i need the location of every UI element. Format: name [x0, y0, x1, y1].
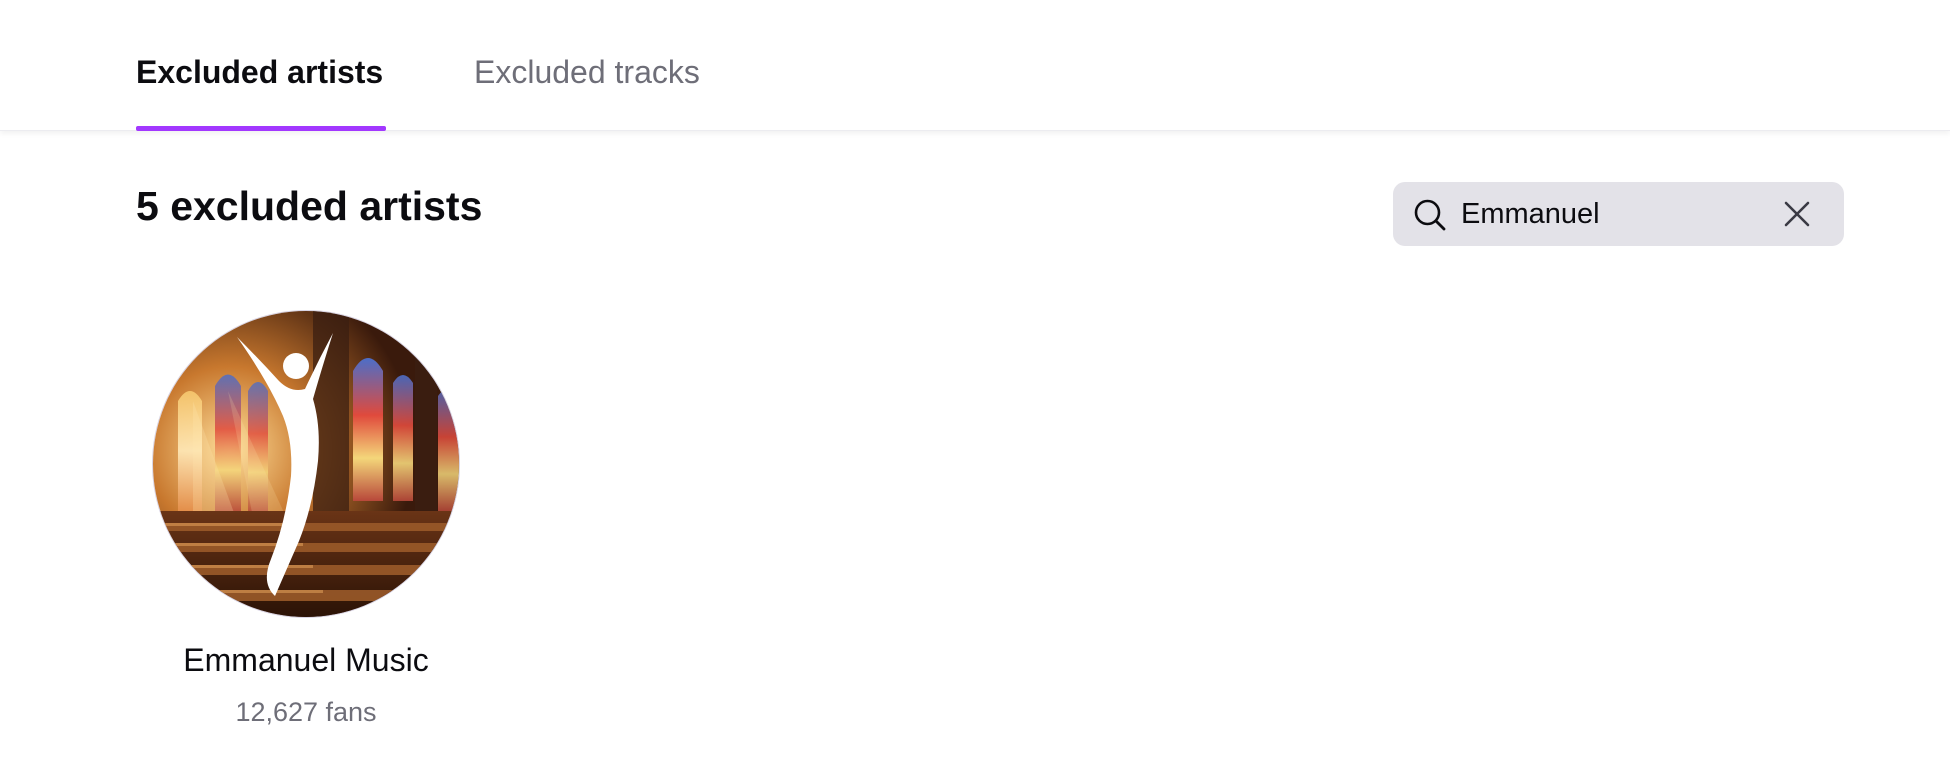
close-icon [1784, 201, 1810, 227]
search-box[interactable] [1393, 182, 1844, 246]
search-icon [1413, 198, 1447, 232]
tab-excluded-tracks[interactable]: Excluded tracks [474, 52, 700, 92]
artist-avatar-image [153, 311, 459, 617]
search-input[interactable] [1461, 182, 1761, 246]
artist-fans-count: 12,627 fans [235, 697, 377, 727]
artist-card[interactable]: Emmanuel Music 12,627 fans [136, 307, 476, 737]
tab-excluded-artists[interactable]: Excluded artists [136, 52, 383, 92]
tabs-bar: Excluded artists Excluded tracks [0, 0, 1950, 131]
clear-search-button[interactable] [1779, 196, 1815, 232]
page-title: 5 excluded artists [136, 183, 483, 229]
artist-name[interactable]: Emmanuel Music [136, 640, 476, 680]
active-tab-indicator [136, 126, 386, 131]
artist-avatar[interactable] [152, 310, 460, 618]
